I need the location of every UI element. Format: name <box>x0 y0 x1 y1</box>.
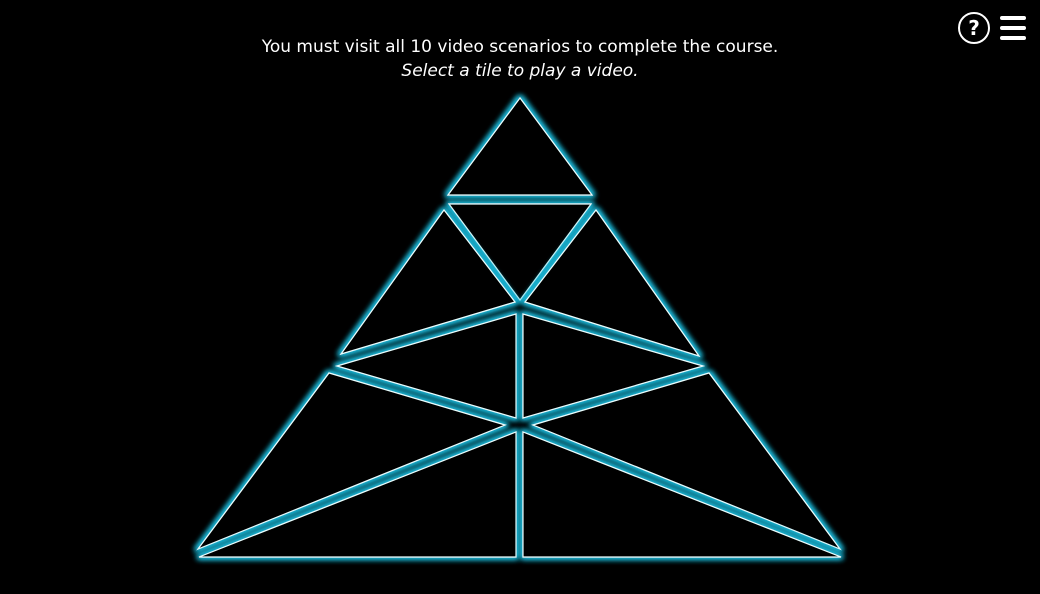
pyramid-tile-map <box>196 96 842 558</box>
tile-1[interactable] <box>446 96 594 196</box>
course-stage: You must visit all 10 video scenarios to… <box>0 0 1040 594</box>
